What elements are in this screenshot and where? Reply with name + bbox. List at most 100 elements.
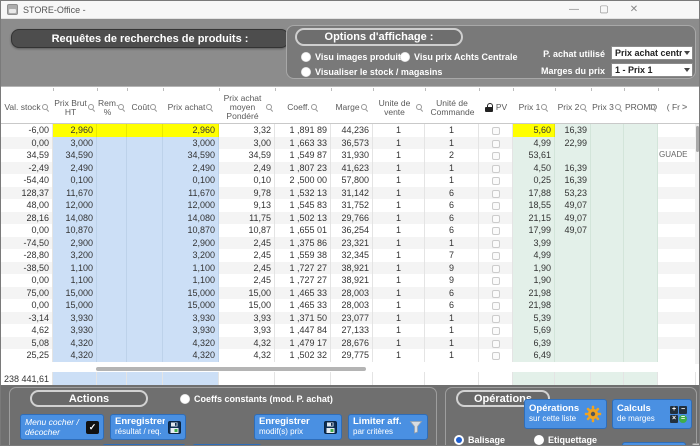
product-search-queries-button[interactable]: Requêtes de recherches de produits : xyxy=(11,29,289,48)
pv-checkbox[interactable] xyxy=(492,252,500,260)
checkbox-icon[interactable] xyxy=(301,67,311,77)
pv-checkbox[interactable] xyxy=(492,227,500,235)
close-button[interactable]: ✕ xyxy=(627,1,641,19)
search-icon[interactable] xyxy=(311,104,319,112)
checkbox-visu-images[interactable]: Visu images produit xyxy=(301,52,401,62)
table-row[interactable]: -6,002,9602,9603,321 ,891 8944,236115,60… xyxy=(1,124,700,137)
limit-display-button[interactable]: Limiter aff. par critères xyxy=(348,414,428,440)
toggle-check-button[interactable]: Menu cocher / décocher xyxy=(20,414,104,440)
table-cell: 23,077 xyxy=(331,312,373,325)
coeffs-constants-checkbox[interactable]: Coeffs constants (mod. P. achat) xyxy=(180,394,333,404)
column-header[interactable]: PV xyxy=(479,92,513,123)
table-row[interactable]: -28,803,2003,2002,451 ,559 3832,345174,9… xyxy=(1,249,700,262)
search-icon[interactable] xyxy=(361,104,369,112)
next-columns-icon[interactable]: > xyxy=(682,103,687,112)
pv-checkbox[interactable] xyxy=(492,165,500,173)
column-header[interactable]: Prix achat xyxy=(163,92,219,123)
checkbox-visualiser-stock[interactable]: Visualiser le stock / magasins xyxy=(301,67,442,77)
table-row[interactable]: -38,501,1001,1002,451 ,727 2738,921191,9… xyxy=(1,262,700,275)
pv-checkbox[interactable] xyxy=(492,340,500,348)
column-header[interactable]: ( Fr> xyxy=(658,92,696,123)
radio-selected-icon[interactable] xyxy=(454,435,464,445)
pv-checkbox[interactable] xyxy=(492,127,500,135)
column-header[interactable]: Unité de Commande xyxy=(425,92,479,123)
search-icon[interactable] xyxy=(649,104,657,112)
search-icon[interactable] xyxy=(541,104,549,112)
column-header[interactable]: Coût xyxy=(127,92,163,123)
scrollbar-thumb[interactable] xyxy=(696,126,699,152)
pv-checkbox[interactable] xyxy=(492,215,500,223)
pv-checkbox[interactable] xyxy=(492,265,500,273)
table-row[interactable]: 4,623,9303,9303,931 ,447 8427,133115,69 xyxy=(1,324,700,337)
table-row[interactable]: 25,254,3204,3204,321 ,502 3229,775116,49 xyxy=(1,349,700,362)
radio-balisage[interactable]: Balisage xyxy=(454,435,505,445)
column-header[interactable]: Prix 1 xyxy=(513,92,555,123)
table-row[interactable]: 48,0012,00012,0009,131 ,545 8331,7521618… xyxy=(1,199,700,212)
table-row[interactable]: 0,0015,00015,00015,001 ,465 3328,0031621… xyxy=(1,299,700,312)
pv-checkbox[interactable] xyxy=(492,290,500,298)
pv-checkbox[interactable] xyxy=(492,177,500,185)
search-icon[interactable] xyxy=(206,104,214,112)
search-icon[interactable] xyxy=(416,104,424,112)
search-icon[interactable] xyxy=(88,104,96,112)
table-row[interactable]: -54,400,1000,1000,102 ,500 0057,800110,2… xyxy=(1,174,700,187)
search-icon[interactable] xyxy=(615,104,623,112)
table-row[interactable]: 0,003,0003,0003,001 ,663 3336,573114,992… xyxy=(1,137,700,150)
column-header[interactable]: Prix Brut HT xyxy=(53,92,97,123)
search-icon[interactable] xyxy=(150,104,158,112)
table-row[interactable]: 0,001,1001,1002,451 ,727 2738,921191,90 xyxy=(1,274,700,287)
table-row[interactable]: 75,0015,00015,00015,001 ,465 3328,003162… xyxy=(1,287,700,300)
column-header[interactable]: Prix achat moyen Pondéré xyxy=(219,92,275,123)
checkbox-icon[interactable] xyxy=(301,52,311,62)
save-price-changes-button[interactable]: Enregistrer modif(s) prix xyxy=(254,414,342,440)
checkbox-visu-prix-centrale[interactable]: Visu prix Achts Centrale xyxy=(400,52,518,62)
vertical-scrollbar[interactable] xyxy=(695,124,700,364)
radio-icon[interactable] xyxy=(534,435,544,445)
list-operations-button[interactable]: Opérations sur cette liste xyxy=(524,399,607,429)
pv-checkbox[interactable] xyxy=(492,327,500,335)
table-row[interactable]: -3,143,9303,9303,931 ,371 5023,077115,39 xyxy=(1,312,700,325)
price-source-select[interactable]: Prix achat centrale xyxy=(611,46,693,60)
pv-checkbox[interactable] xyxy=(492,352,500,360)
minimize-button[interactable]: — xyxy=(567,1,581,19)
column-header[interactable]: Marge xyxy=(331,92,373,123)
pv-checkbox[interactable] xyxy=(492,240,500,248)
checkbox-icon[interactable] xyxy=(400,52,410,62)
search-icon[interactable] xyxy=(580,104,588,112)
table-row[interactable]: 28,1614,08014,08011,751 ,502 1329,766162… xyxy=(1,212,700,225)
search-icon[interactable] xyxy=(42,104,50,112)
table-row[interactable]: 128,3711,67011,6709,781 ,532 1331,142161… xyxy=(1,187,700,200)
button-label: Enregistrer xyxy=(259,417,321,427)
column-header[interactable]: PROMO xyxy=(624,92,658,123)
table-cell: 1 xyxy=(425,337,479,350)
column-header[interactable]: Unite de vente xyxy=(373,92,425,123)
cut-off-button[interactable] xyxy=(622,442,686,446)
column-header[interactable]: Prix 2 xyxy=(555,92,591,123)
horizontal-scrollbar[interactable] xyxy=(96,367,366,371)
table-row[interactable]: -2,492,4902,4902,491 ,807 2341,623114,50… xyxy=(1,162,700,175)
pv-checkbox[interactable] xyxy=(492,190,500,198)
pv-checkbox[interactable] xyxy=(492,202,500,210)
table-row[interactable]: -74,502,9002,9002,451 ,375 8623,321113,9… xyxy=(1,237,700,250)
radio-etiquettage[interactable]: Etiquettage xyxy=(534,435,597,445)
pv-checkbox[interactable] xyxy=(492,140,500,148)
column-header[interactable]: Val. stock xyxy=(1,92,53,123)
table-cell xyxy=(127,299,163,312)
table-row[interactable]: 34,5934,59034,59034,591 ,549 8731,930125… xyxy=(1,149,700,162)
pv-checkbox[interactable] xyxy=(492,302,500,310)
maximize-button[interactable]: ▢ xyxy=(597,1,611,19)
margin-price-select[interactable]: 1 - Prix 1 xyxy=(611,63,693,77)
column-header[interactable]: Prix 3 xyxy=(591,92,624,123)
search-icon[interactable] xyxy=(266,104,274,112)
search-icon[interactable] xyxy=(118,104,126,112)
pv-checkbox[interactable] xyxy=(492,315,500,323)
column-header[interactable]: Rem. % xyxy=(97,92,127,123)
table-row[interactable]: 5,084,3204,3204,321 ,479 1728,676116,39 xyxy=(1,337,700,350)
pv-checkbox[interactable] xyxy=(492,277,500,285)
table-row[interactable]: 0,0010,87010,87010,871 ,655 0136,2541617… xyxy=(1,224,700,237)
save-result-button[interactable]: Enregistrer résultat / req. xyxy=(110,414,186,440)
margin-calculations-button[interactable]: Calculs de marges +−×= xyxy=(612,399,692,429)
checkbox-icon[interactable] xyxy=(180,394,190,404)
column-header[interactable]: Coeff. xyxy=(275,92,331,123)
pv-checkbox[interactable] xyxy=(492,152,500,160)
